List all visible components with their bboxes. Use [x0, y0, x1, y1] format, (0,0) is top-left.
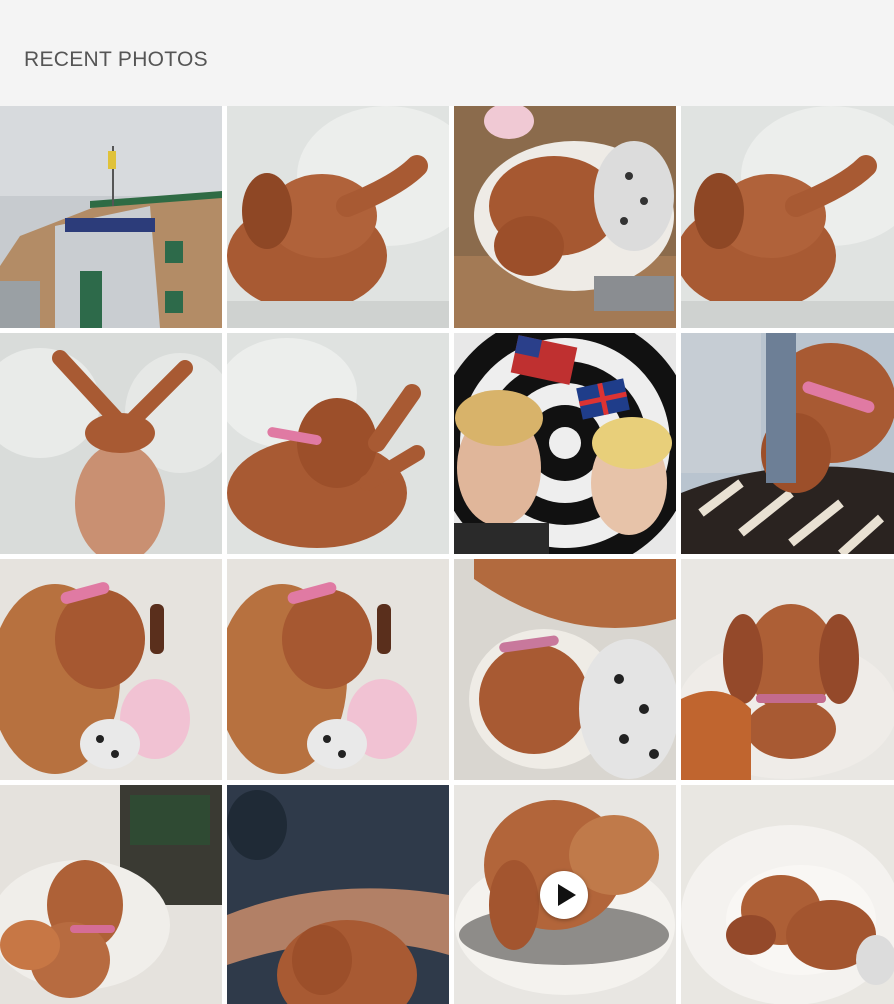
photo-thumbnail[interactable] — [227, 559, 449, 780]
puppy-photo — [454, 106, 676, 328]
photo-thumbnail[interactable] — [681, 559, 894, 780]
puppy-photo — [227, 559, 449, 780]
photo-grid — [0, 106, 894, 1004]
puppy-photo — [227, 106, 449, 328]
puppy-photo — [227, 333, 449, 554]
photo-thumbnail[interactable] — [227, 106, 449, 328]
puppy-photo — [681, 333, 894, 554]
puppy-photo — [0, 785, 222, 1004]
play-button[interactable] — [540, 871, 588, 919]
photo-thumbnail[interactable] — [681, 106, 894, 328]
puppy-photo — [454, 559, 676, 780]
photos-header: RECENT PHOTOS — [0, 0, 894, 106]
puppy-photo — [0, 333, 222, 554]
play-icon — [558, 884, 576, 906]
photo-thumbnail[interactable] — [0, 559, 222, 780]
puppy-photo — [227, 785, 449, 1004]
video-thumbnail[interactable] — [454, 785, 676, 1004]
photo-thumbnail[interactable] — [227, 785, 449, 1004]
meme-photo — [454, 333, 676, 554]
photo-thumbnail[interactable] — [227, 333, 449, 554]
photo-thumbnail[interactable] — [0, 333, 222, 554]
photo-thumbnail[interactable] — [454, 106, 676, 328]
puppy-photo — [681, 559, 894, 780]
puppy-photo — [681, 106, 894, 328]
photo-thumbnail[interactable] — [681, 785, 894, 1004]
photo-thumbnail[interactable] — [681, 333, 894, 554]
stadium-photo — [0, 106, 222, 328]
puppy-photo — [0, 559, 222, 780]
photo-thumbnail[interactable] — [0, 106, 222, 328]
photo-thumbnail[interactable] — [454, 333, 676, 554]
section-title: RECENT PHOTOS — [24, 48, 208, 71]
photo-thumbnail[interactable] — [0, 785, 222, 1004]
puppy-photo — [681, 785, 894, 1004]
photo-thumbnail[interactable] — [454, 559, 676, 780]
